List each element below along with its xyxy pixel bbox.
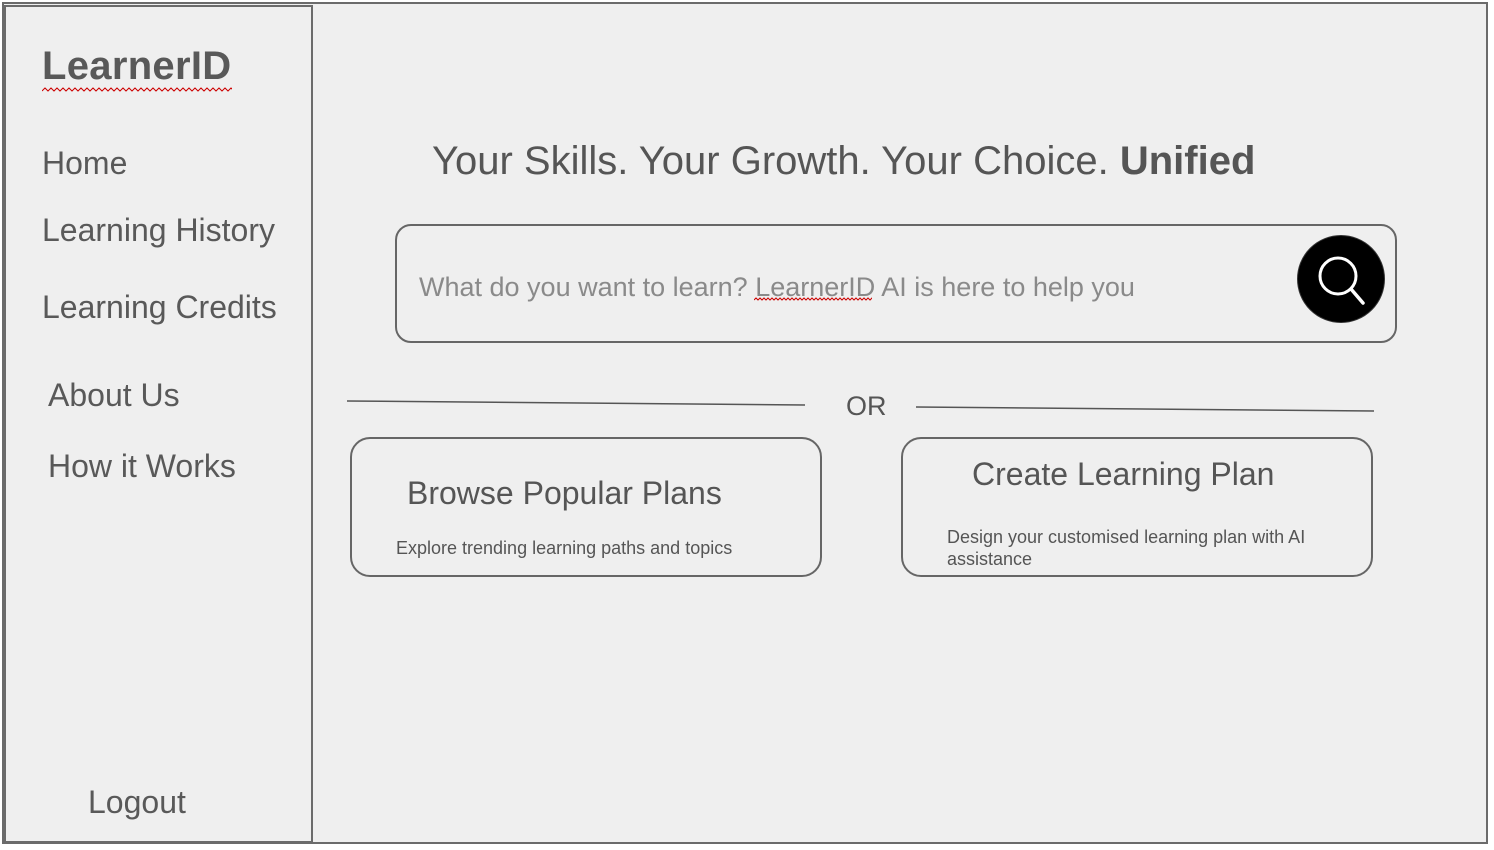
placeholder-spellcheck-underline [754,297,872,301]
card-title: Browse Popular Plans [407,475,722,511]
logout-button[interactable]: Logout [88,784,186,821]
page-headline: Your Skills. Your Growth. Your Choice. U… [432,139,1255,184]
search-icon [1318,256,1365,305]
app-logo[interactable]: LearnerID [42,44,231,89]
search-button[interactable] [1297,235,1385,323]
search-bar [395,224,1397,343]
card-description: Design your customised learning plan wit… [947,527,1306,569]
sidebar [4,5,313,843]
spellcheck-underline [42,87,232,92]
sidebar-item-learning-credits[interactable]: Learning Credits [42,289,277,326]
sidebar-item-home[interactable]: Home [42,145,127,182]
create-learning-plan-card[interactable]: Create Learning Plan Design your customi… [901,437,1373,577]
card-description: Explore trending learning paths and topi… [396,538,733,558]
sidebar-item-about-us[interactable]: About Us [48,377,180,414]
browse-popular-plans-card[interactable]: Browse Popular Plans Explore trending le… [350,437,822,577]
search-input[interactable] [417,264,1281,310]
sidebar-item-how-it-works[interactable]: How it Works [48,448,236,485]
headline-text: Your Skills. Your Growth. Your Choice. [432,139,1109,183]
headline-emphasis: Unified [1119,139,1256,183]
card-title: Create Learning Plan [972,456,1275,492]
or-divider-label: OR [846,391,887,421]
sidebar-item-learning-history[interactable]: Learning History [42,212,275,249]
